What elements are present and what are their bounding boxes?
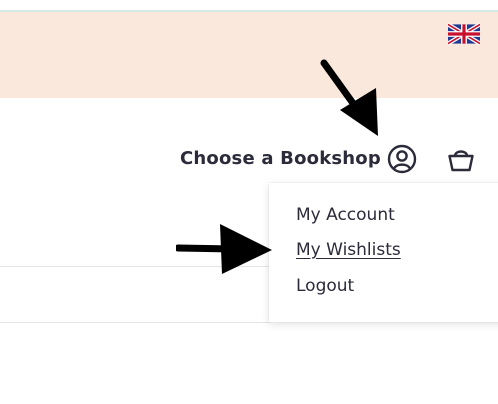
basket-icon[interactable] xyxy=(447,146,475,172)
menu-item-logout[interactable]: Logout xyxy=(296,276,354,296)
user-circle-icon[interactable] xyxy=(387,144,417,174)
promo-banner xyxy=(0,12,498,98)
menu-item-my-account[interactable]: My Account xyxy=(296,205,395,225)
top-accent-line xyxy=(0,0,498,12)
choose-bookshop-link[interactable]: Choose a Bookshop xyxy=(180,148,381,169)
account-dropdown-menu: My Account My Wishlists Logout xyxy=(269,183,498,322)
main-navigation xyxy=(0,98,498,182)
content-divider xyxy=(0,322,270,323)
pointer-arrow-icon xyxy=(320,59,378,136)
pointer-arrow-icon xyxy=(176,224,272,274)
uk-flag-icon[interactable] xyxy=(448,22,480,46)
menu-item-my-wishlists[interactable]: My Wishlists xyxy=(296,240,401,260)
